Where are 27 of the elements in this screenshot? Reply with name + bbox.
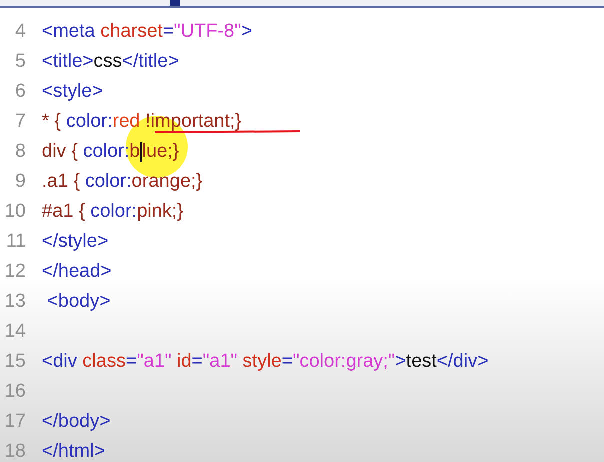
text-cursor bbox=[140, 142, 142, 162]
code-line: <title>css</title> bbox=[42, 51, 180, 73]
line-number: 17 bbox=[4, 411, 26, 433]
code-line: <body> bbox=[46, 291, 111, 313]
code-line: </head> bbox=[42, 261, 112, 283]
line-number: 14 bbox=[4, 321, 26, 343]
line-number: 9 bbox=[14, 171, 26, 193]
line-number: 6 bbox=[14, 81, 26, 103]
line-number: 4 bbox=[14, 21, 26, 43]
code-line: <meta charset="UTF-8"> bbox=[42, 21, 252, 43]
line-number: 13 bbox=[4, 291, 26, 313]
code-line: .a1 { color:orange;} bbox=[42, 171, 203, 193]
line-number: 15 bbox=[4, 351, 26, 373]
code-line: </style> bbox=[42, 231, 109, 253]
line-number: 7 bbox=[14, 111, 26, 133]
line-number: 10 bbox=[4, 201, 26, 223]
line-number: 16 bbox=[4, 381, 26, 403]
code-line: </html> bbox=[42, 441, 106, 462]
line-number: 18 bbox=[4, 441, 26, 462]
line-number: 11 bbox=[5, 231, 26, 253]
line-number: 12 bbox=[4, 261, 26, 283]
line-number: 8 bbox=[14, 141, 26, 163]
code-line: <style> bbox=[42, 81, 104, 103]
code-line: #a1 { color:pink;} bbox=[42, 201, 184, 223]
code-line: <div class="a1" id="a1" style="color:gray;">test</div> bbox=[42, 351, 489, 373]
line-number: 5 bbox=[14, 51, 26, 73]
code-line: </body> bbox=[42, 411, 111, 433]
